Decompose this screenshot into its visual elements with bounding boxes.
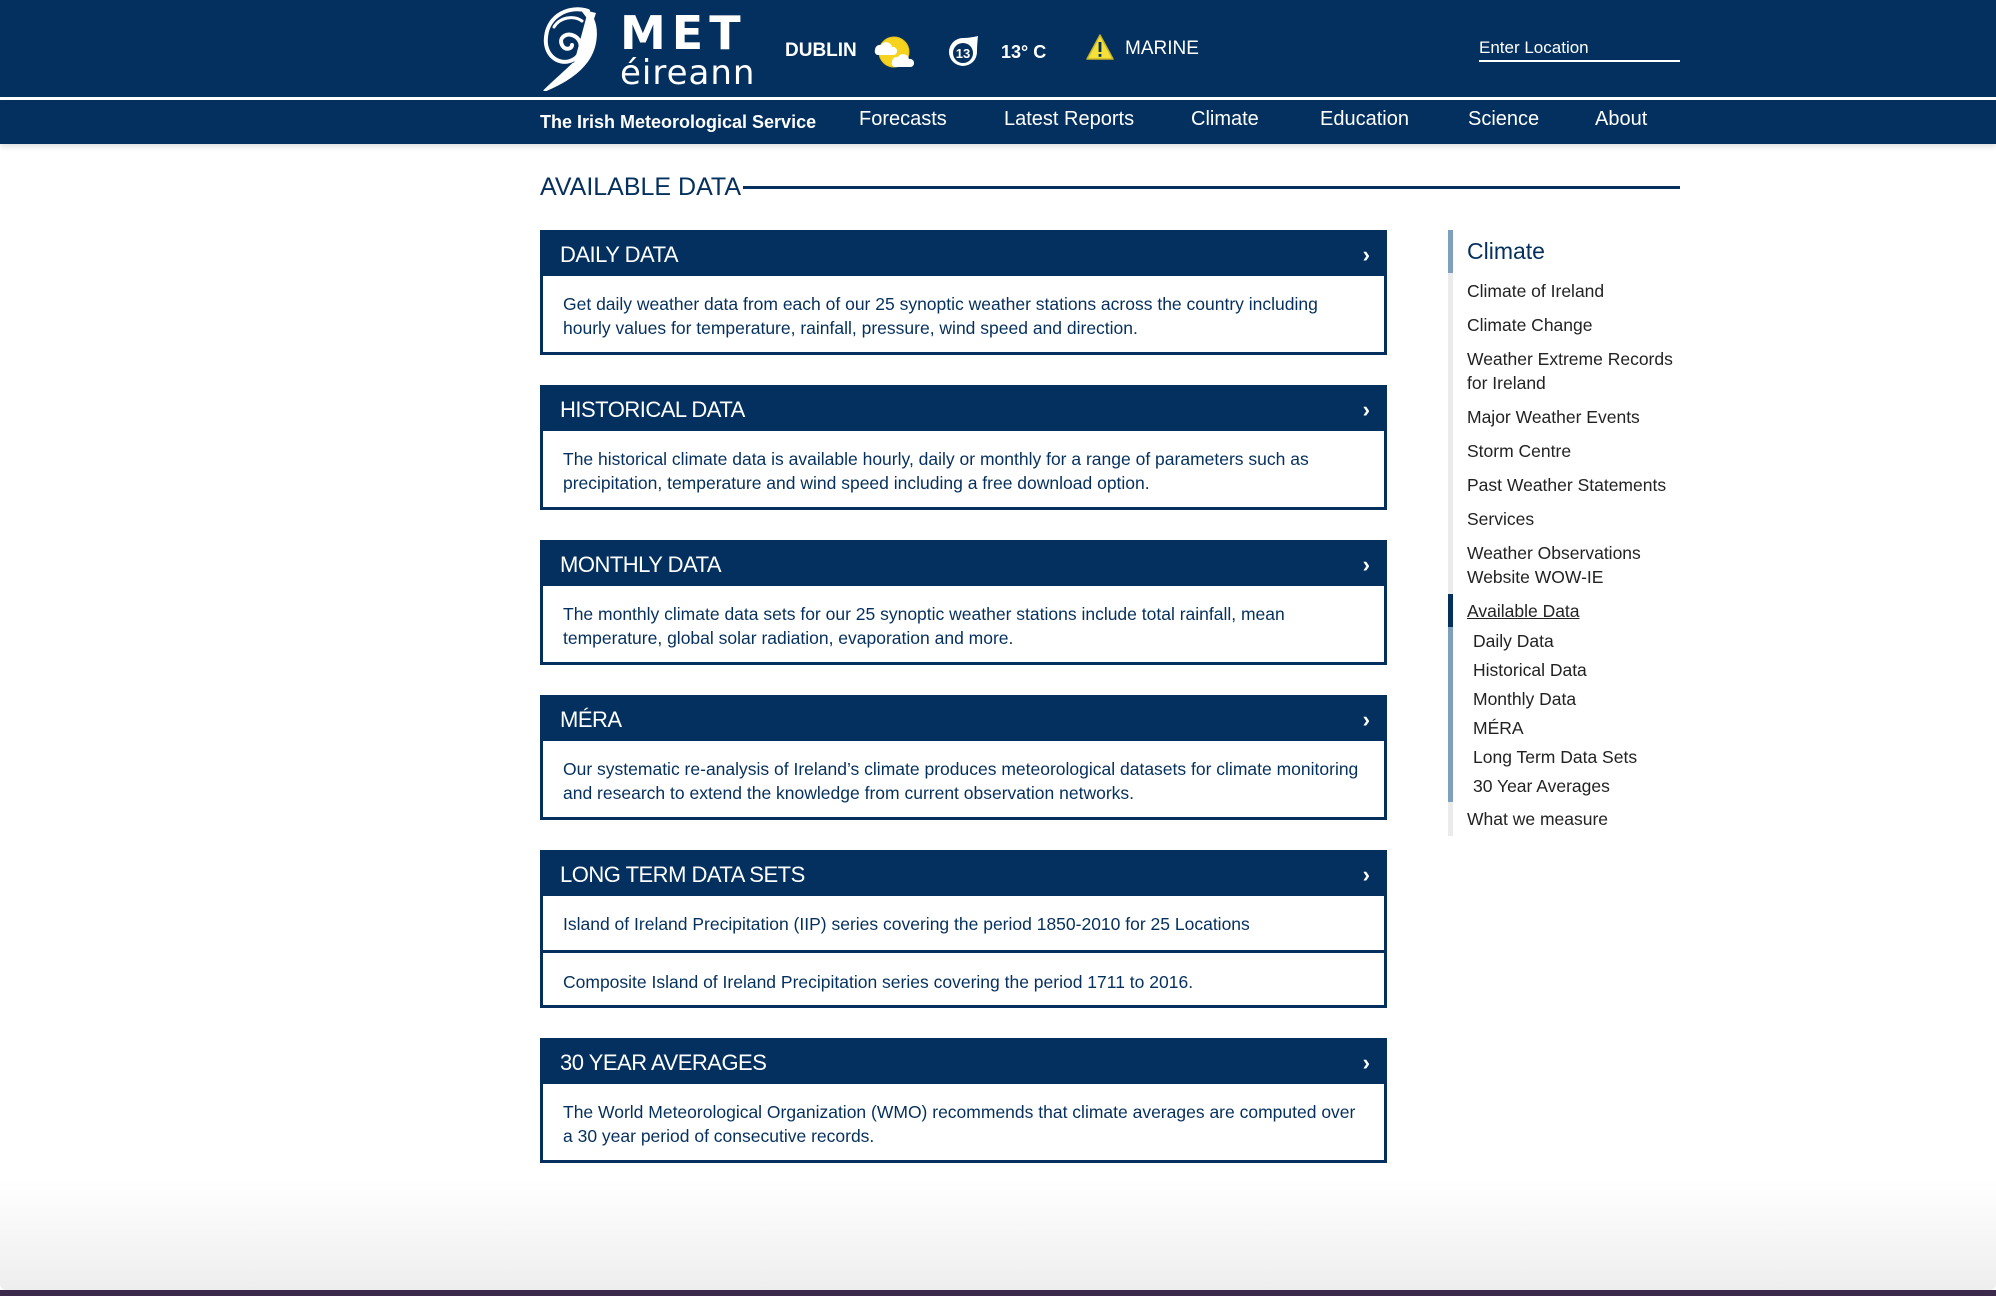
card-header[interactable]: 30 YEAR AVERAGES › bbox=[543, 1041, 1384, 1084]
sidebar-subitem-mera[interactable]: MÉRA bbox=[1473, 716, 1524, 740]
temperature-readout: 13° C bbox=[1001, 42, 1047, 62]
sidebar-subitem-daily-data[interactable]: Daily Data bbox=[1473, 629, 1554, 653]
weather-city[interactable]: DUBLIN bbox=[785, 40, 857, 62]
main-nav-bar bbox=[0, 100, 1996, 144]
nav-education[interactable]: Education bbox=[1320, 108, 1409, 131]
nav-forecasts[interactable]: Forecasts bbox=[859, 108, 947, 131]
sidebar-item-available-data[interactable]: Available Data bbox=[1467, 599, 1697, 623]
sidebar-item-climate-change[interactable]: Climate Change bbox=[1467, 313, 1697, 337]
nav-climate[interactable]: Climate bbox=[1191, 108, 1259, 131]
sidebar-item-major-weather-events[interactable]: Major Weather Events bbox=[1467, 405, 1697, 429]
sidebar-heading-marker bbox=[1448, 230, 1453, 273]
card-title: 30 YEAR AVERAGES bbox=[560, 1049, 767, 1075]
chevron-right-icon: › bbox=[1362, 241, 1370, 267]
sidebar-item-what-we-measure[interactable]: What we measure bbox=[1467, 807, 1697, 831]
logo-text-eireann: éireann bbox=[620, 53, 756, 93]
warning-triangle-icon bbox=[1086, 34, 1114, 60]
card-title: LONG TERM DATA SETS bbox=[560, 861, 805, 887]
card-daily-data: DAILY DATA › Get daily weather data from… bbox=[540, 230, 1387, 355]
chevron-right-icon: › bbox=[1362, 1049, 1370, 1075]
wind-speed-value: 13 bbox=[956, 46, 970, 61]
desktop-dock-strip bbox=[0, 1290, 1996, 1296]
card-long-term-data-sets: LONG TERM DATA SETS › Island of Ireland … bbox=[540, 850, 1387, 1008]
chevron-right-icon: › bbox=[1362, 551, 1370, 577]
card-30-year-averages: 30 YEAR AVERAGES › The World Meteorologi… bbox=[540, 1038, 1387, 1163]
nav-science[interactable]: Science bbox=[1468, 108, 1539, 131]
page-title: AVAILABLE DATA bbox=[540, 173, 742, 201]
sidebar-subitem-monthly-data[interactable]: Monthly Data bbox=[1473, 687, 1576, 711]
sidebar-item-past-weather-statements[interactable]: Past Weather Statements bbox=[1467, 473, 1697, 497]
card-header[interactable]: LONG TERM DATA SETS › bbox=[543, 853, 1384, 896]
card-header[interactable]: MÉRA › bbox=[543, 698, 1384, 741]
header-top-bar bbox=[0, 0, 1996, 97]
dataset-link-iip[interactable]: Island of Ireland Precipitation (IIP) se… bbox=[543, 896, 1384, 950]
card-mera: MÉRA › Our systematic re-analysis of Ire… bbox=[540, 695, 1387, 820]
logo-text-met: MET bbox=[620, 6, 747, 60]
site-tagline: The Irish Meteorological Service bbox=[540, 112, 817, 132]
sidebar-item-services[interactable]: Services bbox=[1467, 507, 1697, 531]
nav-about[interactable]: About bbox=[1595, 108, 1647, 131]
sidebar-heading[interactable]: Climate bbox=[1467, 238, 1545, 265]
card-description: The World Meteorological Organization (W… bbox=[563, 1102, 1356, 1146]
marine-warning-link[interactable]: MARINE bbox=[1125, 38, 1199, 60]
partly-cloudy-icon bbox=[874, 36, 914, 68]
sidebar-item-climate-of-ireland[interactable]: Climate of Ireland bbox=[1467, 279, 1697, 303]
card-header[interactable]: DAILY DATA › bbox=[543, 233, 1384, 276]
card-header[interactable]: MONTHLY DATA › bbox=[543, 543, 1384, 586]
sidebar-subitem-long-term-data-sets[interactable]: Long Term Data Sets bbox=[1473, 745, 1637, 769]
met-eireann-logo[interactable]: MET éireann bbox=[540, 4, 760, 92]
card-historical-data: HISTORICAL DATA › The historical climate… bbox=[540, 385, 1387, 510]
sidebar-item-wow-ie[interactable]: Weather Observations Website WOW-IE bbox=[1467, 541, 1667, 589]
card-description: The monthly climate data sets for our 25… bbox=[563, 604, 1285, 648]
swirl-logo-icon bbox=[543, 7, 597, 91]
card-description: The historical climate data is available… bbox=[563, 449, 1309, 493]
card-title: DAILY DATA bbox=[560, 241, 679, 267]
nav-latest-reports[interactable]: Latest Reports bbox=[1004, 108, 1134, 131]
card-header[interactable]: HISTORICAL DATA › bbox=[543, 388, 1384, 431]
chevron-right-icon: › bbox=[1362, 396, 1370, 422]
page-bottom-fade bbox=[0, 1180, 1996, 1290]
dataset-link-composite[interactable]: Composite Island of Ireland Precipitatio… bbox=[543, 950, 1384, 1005]
title-rule bbox=[743, 186, 1680, 189]
card-description: Our systematic re-analysis of Ireland’s … bbox=[563, 759, 1359, 803]
chevron-right-icon: › bbox=[1362, 861, 1370, 887]
sidebar-subitem-historical-data[interactable]: Historical Data bbox=[1473, 658, 1587, 682]
card-monthly-data: MONTHLY DATA › The monthly climate data … bbox=[540, 540, 1387, 665]
sidebar-submenu-marker bbox=[1448, 627, 1453, 802]
chevron-right-icon: › bbox=[1362, 706, 1370, 732]
card-description: Get daily weather data from each of our … bbox=[563, 294, 1318, 338]
sidebar-subitem-30-year-averages[interactable]: 30 Year Averages bbox=[1473, 774, 1610, 798]
card-title: MONTHLY DATA bbox=[560, 551, 722, 577]
sidebar-item-weather-extreme-records[interactable]: Weather Extreme Records for Ireland bbox=[1467, 347, 1687, 395]
wind-speed-icon: 13 bbox=[949, 36, 978, 66]
sidebar-active-marker bbox=[1448, 594, 1453, 627]
card-title: MÉRA bbox=[560, 706, 622, 732]
card-title: HISTORICAL DATA bbox=[560, 396, 745, 422]
sidebar-item-storm-centre[interactable]: Storm Centre bbox=[1467, 439, 1697, 463]
location-search-input[interactable] bbox=[1479, 36, 1680, 62]
